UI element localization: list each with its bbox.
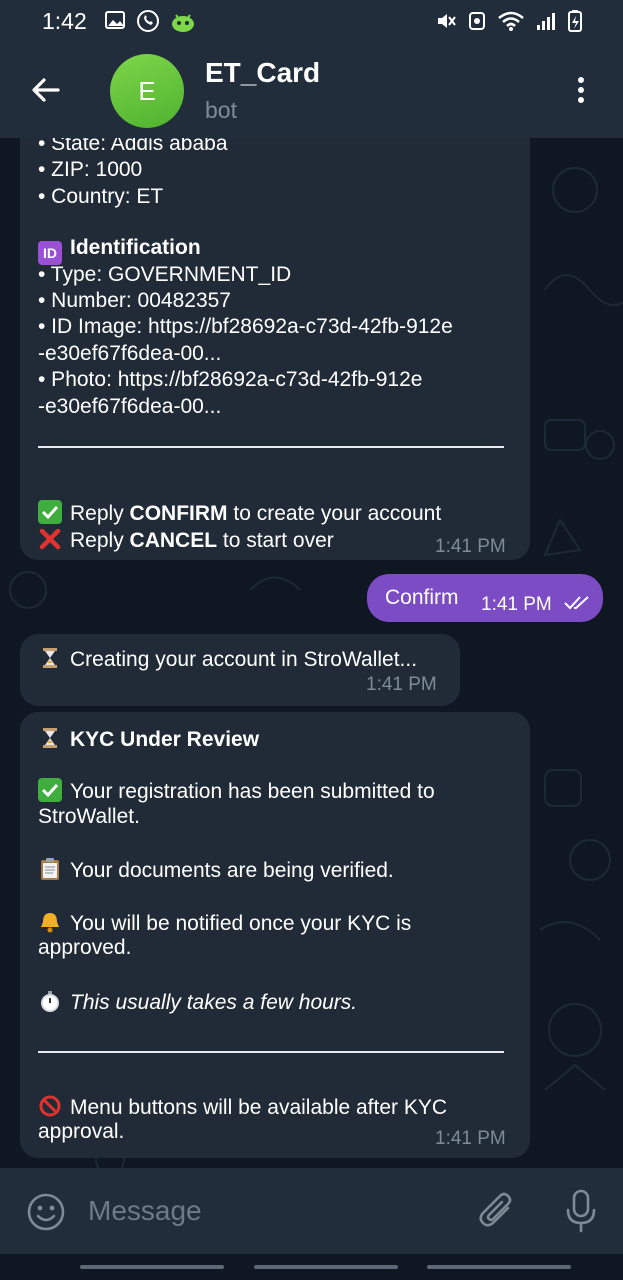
id-type-line: • Type: GOVERNMENT_ID xyxy=(38,263,292,286)
back-arrow-icon[interactable] xyxy=(28,72,64,108)
zip-line: • ZIP: 1000 xyxy=(38,158,143,181)
id-number-line: • Number: 00482357 xyxy=(38,289,231,312)
mute-icon xyxy=(438,14,456,28)
menu-note-line-2: approval. xyxy=(38,1120,125,1143)
confirm-text: Confirm xyxy=(385,586,459,609)
battery-icon xyxy=(568,10,582,32)
message-time: 1:41 PM xyxy=(366,674,437,695)
cross-mark-icon xyxy=(38,527,62,551)
double-check-icon xyxy=(564,596,589,610)
attach-paperclip-icon[interactable] xyxy=(478,1190,518,1232)
message-time: 1:41 PM xyxy=(481,594,552,615)
country-line: • Country: ET xyxy=(38,185,164,208)
message-bubble-kyc-review[interactable]: KYC Under Review Your registration has b… xyxy=(20,712,530,1158)
chat-header: E ET_Card bot xyxy=(0,40,623,138)
whatsapp-icon xyxy=(137,10,159,32)
android-icon xyxy=(172,14,194,32)
signal-icon xyxy=(537,13,555,30)
message-list[interactable]: • State: Addis ababa • ZIP: 1000 • Count… xyxy=(0,138,623,1168)
chat-title[interactable]: ET_Card xyxy=(205,57,320,89)
check-mark-icon xyxy=(38,500,62,524)
id-image-line-2[interactable]: -e30ef67f6dea-00... xyxy=(38,342,221,366)
kyc-review-heading: KYC Under Review xyxy=(38,726,259,752)
message-time: 1:41 PM xyxy=(435,1128,506,1149)
clipboard-icon xyxy=(38,857,62,881)
divider xyxy=(38,1051,504,1053)
photo-line-2[interactable]: -e30ef67f6dea-00... xyxy=(38,395,221,419)
more-vertical-icon[interactable] xyxy=(568,72,594,108)
system-nav-bar xyxy=(0,1254,623,1280)
check-mark-icon xyxy=(38,778,62,802)
nav-recent-apps[interactable] xyxy=(80,1265,224,1269)
gallery-icon xyxy=(105,11,125,29)
emoji-smile-icon[interactable] xyxy=(26,1192,66,1232)
creating-account-line: Creating your account in StroWallet... xyxy=(38,646,417,672)
wifi-icon xyxy=(498,11,524,31)
message-input-bar xyxy=(0,1168,623,1254)
avatar[interactable]: E xyxy=(110,54,184,128)
message-bubble-creating[interactable]: Creating your account in StroWallet... 1… xyxy=(20,634,460,706)
bell-icon xyxy=(38,910,62,934)
message-time: 1:41 PM xyxy=(435,536,506,557)
registration-line-1: Your registration has been submitted to xyxy=(38,778,435,804)
prohibited-icon xyxy=(38,1094,62,1118)
stopwatch-icon xyxy=(38,989,62,1013)
hourglass-icon xyxy=(38,646,62,670)
microphone-icon[interactable] xyxy=(562,1188,600,1234)
menu-note-line-1: Menu buttons will be available after KYC xyxy=(38,1094,447,1120)
documents-line: Your documents are being verified. xyxy=(38,857,394,883)
identification-heading: ID Identification xyxy=(38,236,201,265)
avatar-letter: E xyxy=(138,75,156,106)
divider xyxy=(38,446,504,448)
nav-home[interactable] xyxy=(254,1265,398,1269)
message-input[interactable] xyxy=(88,1194,448,1228)
reply-cancel-line: Reply CANCEL to start over xyxy=(38,527,334,553)
notify-line-2: approved. xyxy=(38,936,132,959)
message-bubble-kyc-summary[interactable]: • State: Addis ababa • ZIP: 1000 • Count… xyxy=(20,138,530,560)
id-image-line-1[interactable]: • ID Image: https://bf28692a-c73d-42fb-9… xyxy=(38,315,453,339)
photo-line-1[interactable]: • Photo: https://bf28692a-c73d-42fb-912e xyxy=(38,368,422,392)
data-saver-icon xyxy=(469,12,485,30)
nav-back[interactable] xyxy=(427,1265,571,1269)
hourglass-icon xyxy=(38,726,62,750)
message-bubble-confirm[interactable]: Confirm 1:41 PM xyxy=(367,574,603,622)
chat-subtitle: bot xyxy=(205,97,237,123)
status-time: 1:42 xyxy=(42,8,87,34)
id-badge-icon: ID xyxy=(38,241,62,265)
state-line: • State: Addis ababa xyxy=(38,138,228,155)
reply-confirm-line: Reply CONFIRM to create your account xyxy=(38,500,441,526)
registration-line-2: StroWallet. xyxy=(38,805,140,828)
notify-line-1: You will be notified once your KYC is xyxy=(38,910,411,936)
hours-line: This usually takes a few hours. xyxy=(38,989,357,1015)
status-bar: 1:42 xyxy=(0,0,623,40)
